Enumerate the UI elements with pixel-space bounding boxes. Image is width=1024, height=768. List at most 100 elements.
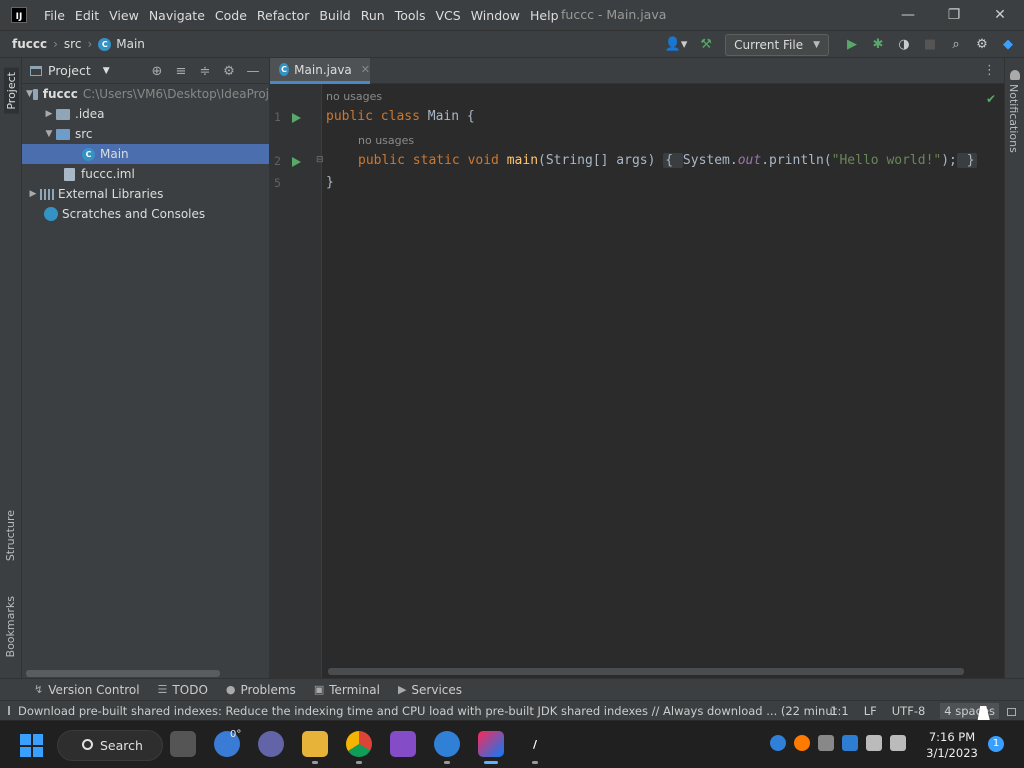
notification-bell-icon[interactable]	[1010, 70, 1020, 80]
tree-item-label: Scratches and Consoles	[62, 207, 206, 221]
file-explorer-icon[interactable]	[302, 731, 328, 764]
stop-icon[interactable]: ■	[920, 35, 940, 55]
tree-item-idea[interactable]: ▶ .idea	[22, 104, 269, 124]
restore-button[interactable]: ❐	[940, 5, 968, 25]
intellij-logo-icon[interactable]: IJ	[11, 7, 27, 23]
right-tool-stripe: Notifications	[1004, 58, 1024, 700]
project-tool-window-button[interactable]: Project	[4, 68, 19, 114]
menu-help[interactable]: Help	[530, 8, 559, 23]
network-icon[interactable]	[866, 735, 882, 751]
tree-item-iml[interactable]: fuccc.iml	[22, 164, 269, 184]
folded-block-open[interactable]: {	[663, 153, 683, 168]
terminal-button[interactable]: ▣ Terminal	[314, 683, 380, 697]
read-only-lock-icon[interactable]	[1007, 708, 1016, 716]
taskbar-clock[interactable]: 7:16 PM 3/1/2023	[922, 729, 982, 761]
close-window-button[interactable]: ✕	[986, 5, 1014, 25]
tree-item-main[interactable]: C Main	[22, 144, 269, 164]
task-view-icon[interactable]	[170, 731, 196, 757]
more-options-icon[interactable]: ⋮	[983, 63, 996, 78]
fold-icon[interactable]: ⊟	[316, 155, 324, 165]
run-configuration-dropdown[interactable]: Current File ▼	[725, 33, 829, 56]
code-editor[interactable]: no usages public class Main { no usages …	[326, 84, 1004, 678]
usages-hint[interactable]: no usages	[358, 134, 414, 147]
coverage-icon[interactable]: ◑	[894, 35, 914, 55]
run-configuration-label: Current File	[734, 37, 804, 52]
project-view-selector[interactable]: Project ▼	[30, 63, 110, 78]
line-separator[interactable]: LF	[864, 704, 877, 718]
bookmarks-tool-window-button[interactable]: Bookmarks	[4, 596, 17, 657]
todo-button[interactable]: ☰ TODO	[158, 683, 208, 697]
menu-view[interactable]: View	[109, 8, 139, 23]
services-button[interactable]: ▶ Services	[398, 683, 462, 697]
menu-window[interactable]: Window	[471, 8, 520, 23]
security-shield-icon[interactable]	[842, 735, 858, 751]
jetbrains-logo-icon[interactable]: ◆	[998, 35, 1018, 55]
todo-list-icon: ☰	[157, 683, 168, 696]
structure-tool-window-button[interactable]: Structure	[4, 510, 17, 561]
qbittorrent-icon[interactable]	[434, 731, 460, 764]
run-icon[interactable]: ▶	[842, 35, 862, 55]
breadcrumb-project[interactable]: fuccc	[12, 37, 47, 51]
start-windows-icon[interactable]	[20, 734, 43, 757]
notification-count-badge[interactable]: 1	[988, 736, 1004, 752]
file-encoding[interactable]: UTF-8	[892, 704, 926, 718]
search-tray-icon[interactable]	[794, 735, 810, 751]
horizontal-scrollbar[interactable]	[328, 668, 964, 675]
breadcrumb-src[interactable]: src	[64, 37, 82, 51]
code-line-5: }	[326, 175, 334, 190]
run-gutter-icon[interactable]	[292, 113, 301, 123]
breadcrumb-separator-icon: ›	[87, 37, 93, 51]
taskbar-search[interactable]: Search	[57, 730, 163, 761]
brace: }	[326, 175, 334, 190]
status-message[interactable]: Download pre-built shared indexes: Reduc…	[8, 704, 838, 718]
options-gear-icon[interactable]: ⚙	[219, 61, 239, 81]
menu-file[interactable]: File	[44, 8, 65, 23]
tree-item-scratches[interactable]: Scratches and Consoles	[22, 204, 269, 224]
menu-navigate[interactable]: Navigate	[149, 8, 205, 23]
menu-build[interactable]: Build	[319, 8, 350, 23]
chat-icon[interactable]	[258, 731, 284, 757]
menu-edit[interactable]: Edit	[75, 8, 99, 23]
notifications-tool-window-button[interactable]: Notifications	[1007, 84, 1020, 153]
menu-refactor[interactable]: Refactor	[257, 8, 309, 23]
close-tab-icon[interactable]: ✕	[361, 63, 370, 76]
settings-gear-icon[interactable]: ⚙	[972, 35, 992, 55]
expand-all-icon[interactable]: ≡	[171, 61, 191, 81]
locate-target-icon[interactable]: ⊕	[147, 61, 167, 81]
menu-run[interactable]: Run	[361, 8, 385, 23]
horizontal-scrollbar[interactable]	[26, 670, 220, 677]
tab-main-java[interactable]: C Main.java ✕	[270, 58, 370, 84]
folded-block-close[interactable]: }	[956, 153, 977, 168]
volume-icon[interactable]	[890, 735, 906, 751]
chevron-right-icon: ▶	[29, 189, 37, 199]
run-gutter-icon[interactable]	[292, 157, 301, 167]
build-hammer-icon[interactable]: ⚒	[696, 35, 716, 55]
menu-vcs[interactable]: VCS	[436, 8, 461, 23]
caret-position[interactable]: 1:1	[830, 704, 849, 718]
menu-tools[interactable]: Tools	[395, 8, 426, 23]
services-icon: ▶	[397, 683, 407, 696]
search-icon[interactable]: ⌕	[946, 35, 966, 55]
breadcrumb-main[interactable]: Main	[116, 37, 145, 51]
qbittorrent-tray-icon[interactable]	[770, 735, 786, 751]
menu-code[interactable]: Code	[215, 8, 247, 23]
intellij-taskbar-icon[interactable]	[478, 731, 504, 764]
pen-tool-icon[interactable]: /	[522, 731, 548, 764]
collapse-all-icon[interactable]: ≑	[195, 61, 215, 81]
no-problems-check-icon[interactable]: ✔	[986, 92, 996, 106]
problems-button[interactable]: ● Problems	[226, 683, 296, 697]
version-control-button[interactable]: ↯ Version Control	[34, 683, 140, 697]
debug-bug-icon[interactable]: ✱	[868, 35, 888, 55]
tree-item-project-root[interactable]: ▼ fuccc C:\Users\VM6\Desktop\IdeaProj	[22, 84, 269, 104]
cloud-icon[interactable]	[818, 735, 834, 751]
hide-panel-icon[interactable]: —	[243, 61, 263, 81]
tree-item-external-libraries[interactable]: ▶ External Libraries	[22, 184, 269, 204]
usages-hint[interactable]: no usages	[326, 90, 382, 103]
chrome-icon[interactable]	[346, 731, 372, 764]
visual-studio-icon[interactable]	[390, 731, 416, 757]
user-account-icon[interactable]: 👤▾	[662, 35, 690, 55]
code-line-1: public class Main {	[326, 109, 475, 124]
toggle-tool-windows-icon[interactable]	[8, 706, 10, 715]
tree-item-src[interactable]: ▼ src	[22, 124, 269, 144]
minimize-button[interactable]: —	[894, 5, 922, 25]
